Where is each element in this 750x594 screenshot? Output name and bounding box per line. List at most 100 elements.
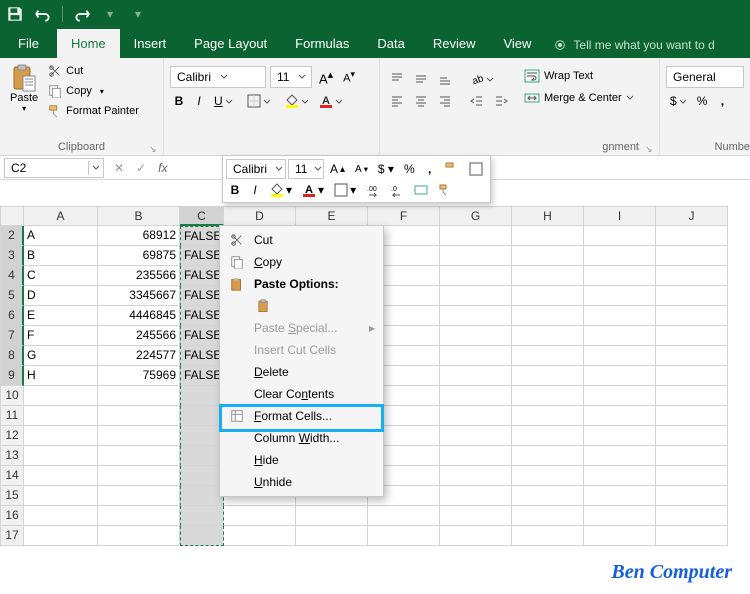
- cell[interactable]: [180, 486, 224, 506]
- tab-view[interactable]: View: [489, 29, 545, 58]
- cell[interactable]: FALSE: [180, 266, 224, 286]
- cell[interactable]: [440, 246, 512, 266]
- cell[interactable]: 235566: [98, 266, 180, 286]
- fx-icon[interactable]: fx: [152, 161, 173, 175]
- row-header[interactable]: 11: [0, 406, 24, 426]
- cell[interactable]: [98, 446, 180, 466]
- cell[interactable]: [656, 426, 728, 446]
- cell[interactable]: [512, 306, 584, 326]
- cell[interactable]: [656, 406, 728, 426]
- col-header-F[interactable]: F: [368, 206, 440, 226]
- bold-button[interactable]: B: [170, 92, 188, 110]
- cell[interactable]: [512, 366, 584, 386]
- font-name-combo[interactable]: Calibri: [170, 66, 266, 88]
- align-center[interactable]: [410, 92, 432, 110]
- cell[interactable]: [584, 486, 656, 506]
- cell[interactable]: [512, 506, 584, 526]
- cell[interactable]: 245566: [98, 326, 180, 346]
- col-header-I[interactable]: I: [584, 206, 656, 226]
- cut-button[interactable]: Cut: [44, 62, 143, 80]
- cell[interactable]: E: [24, 306, 98, 326]
- cell[interactable]: [656, 466, 728, 486]
- cell[interactable]: [440, 286, 512, 306]
- cell[interactable]: FALSE: [180, 346, 224, 366]
- row-header[interactable]: 7: [0, 326, 24, 346]
- cell[interactable]: [512, 226, 584, 246]
- cell[interactable]: [512, 286, 584, 306]
- mini-fill-color[interactable]: ▾: [266, 181, 296, 199]
- cell[interactable]: D: [24, 286, 98, 306]
- increase-font-size[interactable]: A▴: [316, 68, 336, 86]
- cell[interactable]: A: [24, 226, 98, 246]
- cell[interactable]: FALSE: [180, 366, 224, 386]
- cell[interactable]: [224, 526, 296, 546]
- cell[interactable]: [584, 366, 656, 386]
- ctx-hide[interactable]: Hide: [220, 449, 383, 471]
- cell[interactable]: [98, 386, 180, 406]
- cell[interactable]: [24, 386, 98, 406]
- cell[interactable]: [584, 346, 656, 366]
- cell[interactable]: [584, 326, 656, 346]
- cell[interactable]: [98, 526, 180, 546]
- cell[interactable]: [512, 486, 584, 506]
- cell[interactable]: [512, 466, 584, 486]
- copy-button[interactable]: Copy▾: [44, 82, 143, 100]
- font-size-combo[interactable]: 11: [270, 66, 312, 88]
- ctx-copy[interactable]: Copy: [220, 251, 383, 273]
- cell[interactable]: F: [24, 326, 98, 346]
- ctx-insert-cut-cells[interactable]: Insert Cut Cells: [220, 339, 383, 361]
- align-right[interactable]: [434, 92, 456, 110]
- mini-font-size[interactable]: 11: [288, 159, 324, 179]
- ctx-delete[interactable]: Delete: [220, 361, 383, 383]
- ctx-format-cells[interactable]: Format Cells...: [220, 405, 383, 427]
- ctx-unhide[interactable]: Unhide: [220, 471, 383, 493]
- tab-data[interactable]: Data: [363, 29, 418, 58]
- cell[interactable]: [512, 326, 584, 346]
- cell[interactable]: [584, 226, 656, 246]
- tab-page-layout[interactable]: Page Layout: [180, 29, 281, 58]
- col-header-H[interactable]: H: [512, 206, 584, 226]
- cell[interactable]: [440, 466, 512, 486]
- cell[interactable]: [180, 426, 224, 446]
- cell[interactable]: [180, 466, 224, 486]
- cell[interactable]: [296, 526, 368, 546]
- merge-center-button[interactable]: Merge & Center: [520, 88, 638, 108]
- cell[interactable]: [584, 426, 656, 446]
- col-header-A[interactable]: A: [24, 206, 98, 226]
- cell[interactable]: [512, 406, 584, 426]
- tab-review[interactable]: Review: [419, 29, 490, 58]
- mini-bold[interactable]: B: [226, 181, 244, 199]
- cell[interactable]: [368, 526, 440, 546]
- cell[interactable]: [656, 506, 728, 526]
- mini-font-color[interactable]: A▾: [298, 181, 328, 199]
- cell[interactable]: [98, 506, 180, 526]
- row-header[interactable]: 4: [0, 266, 24, 286]
- cell[interactable]: FALSE: [180, 306, 224, 326]
- cell[interactable]: [24, 466, 98, 486]
- cell[interactable]: 4446845: [98, 306, 180, 326]
- orientation-button[interactable]: ab: [466, 70, 498, 88]
- cell[interactable]: [512, 266, 584, 286]
- cell[interactable]: [440, 366, 512, 386]
- fill-color-button[interactable]: [281, 92, 313, 110]
- align-bottom[interactable]: [434, 70, 456, 88]
- border-button[interactable]: [243, 92, 275, 110]
- comma-button[interactable]: ,: [713, 92, 731, 110]
- cell[interactable]: [584, 466, 656, 486]
- cell[interactable]: [656, 326, 728, 346]
- decrease-font-size[interactable]: A▾: [340, 69, 358, 85]
- cell[interactable]: [440, 306, 512, 326]
- select-all-corner[interactable]: [0, 206, 24, 226]
- row-header[interactable]: 9: [0, 366, 24, 386]
- undo-icon[interactable]: [34, 5, 52, 23]
- cell[interactable]: [98, 466, 180, 486]
- mini-percent[interactable]: %: [400, 160, 419, 178]
- mini-currency[interactable]: $ ▾: [374, 160, 398, 178]
- cell[interactable]: [440, 426, 512, 446]
- clipboard-launcher[interactable]: [149, 141, 159, 151]
- mini-inc-decimal[interactable]: .00: [362, 181, 384, 199]
- cell[interactable]: [584, 266, 656, 286]
- cell[interactable]: [512, 426, 584, 446]
- row-header[interactable]: 15: [0, 486, 24, 506]
- mini-format-painter[interactable]: [434, 181, 456, 199]
